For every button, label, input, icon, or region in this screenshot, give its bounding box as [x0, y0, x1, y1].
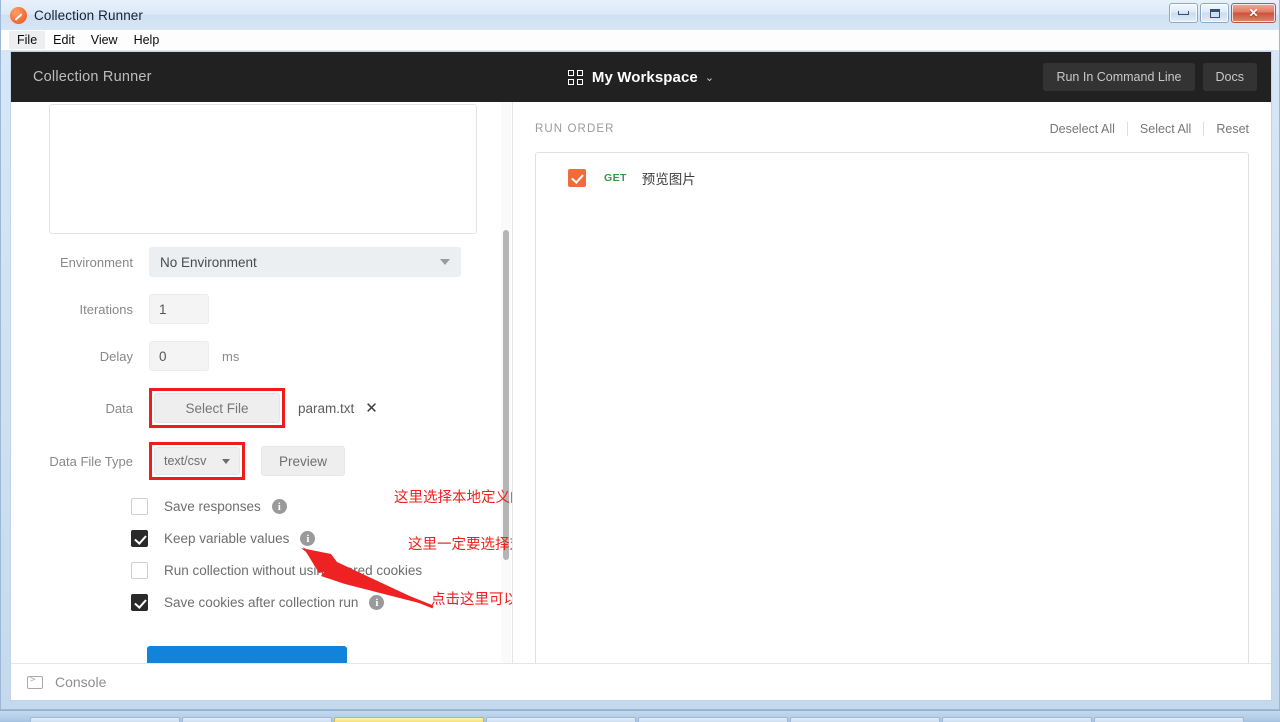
select-all-button[interactable]: Select All — [1128, 122, 1204, 136]
checkbox-box[interactable] — [131, 498, 148, 515]
title-bar: Collection Runner ✕ — [1, 0, 1279, 30]
close-icon: ✕ — [1248, 7, 1258, 19]
maximize-button[interactable] — [1200, 3, 1229, 23]
window-controls: ✕ — [1169, 3, 1276, 23]
delay-row: Delay ms — [11, 341, 503, 371]
select-file-highlight-box: Select File — [149, 388, 285, 428]
menu-bar: File Edit View Help — [1, 30, 1279, 50]
application-window: Collection Runner ✕ File Edit View Help … — [0, 0, 1280, 710]
info-icon[interactable]: i — [272, 499, 287, 514]
run-order-panel: RUN ORDER Deselect All Select All Reset … — [513, 102, 1271, 701]
reset-button[interactable]: Reset — [1204, 122, 1249, 136]
data-file-type-row: Data File Type text/csv Preview — [11, 442, 503, 480]
data-file-name: param.txt — [298, 401, 354, 416]
file-type-highlight-box: text/csv — [149, 442, 245, 480]
menu-view[interactable]: View — [83, 31, 126, 49]
data-file-type-select[interactable]: text/csv — [154, 447, 240, 475]
collection-info-box — [49, 104, 477, 234]
environment-label: Environment — [11, 255, 149, 270]
taskbar-item[interactable] — [638, 717, 788, 722]
chevron-down-icon — [222, 459, 230, 464]
clear-file-icon[interactable]: ✕ — [365, 401, 378, 416]
taskbar-item[interactable] — [790, 717, 940, 722]
run-settings-form: Environment No Environment Iterations De — [11, 247, 503, 694]
run-order-header: RUN ORDER Deselect All Select All Reset — [535, 118, 1249, 140]
info-icon[interactable]: i — [300, 531, 315, 546]
settings-scroll-area: Environment No Environment Iterations De — [11, 102, 502, 701]
delay-input[interactable] — [149, 341, 209, 371]
minimize-icon — [1178, 11, 1189, 15]
annotation-file-type: 这里一定要选择对应文件的格式 — [408, 533, 513, 554]
annotation-select-file: 这里选择本地定义的文件加载 — [394, 486, 513, 507]
close-button[interactable]: ✕ — [1231, 3, 1276, 23]
postman-logo-icon — [10, 7, 27, 24]
header-actions: Run In Command Line Docs — [1043, 63, 1257, 91]
collection-runner-app: Collection Runner My Workspace ⌄ Run In … — [10, 51, 1272, 701]
data-file-type-value: text/csv — [164, 454, 206, 468]
delay-label: Delay — [11, 349, 149, 364]
app-title: Collection Runner — [33, 69, 152, 85]
chevron-down-icon — [440, 259, 450, 265]
body-area: Environment No Environment Iterations De — [11, 102, 1271, 701]
checkbox-box[interactable] — [131, 530, 148, 547]
request-method: GET — [604, 172, 627, 184]
iterations-label: Iterations — [11, 302, 149, 317]
data-row: Data Select File param.txt ✕ — [11, 388, 503, 428]
os-taskbar[interactable] — [0, 710, 1280, 722]
window-title: Collection Runner — [34, 8, 143, 23]
checkbox-save-cookies-after-run[interactable]: Save cookies after collection run i — [11, 594, 503, 611]
console-bar[interactable]: Console — [11, 663, 1271, 700]
run-order-label: RUN ORDER — [535, 123, 615, 135]
deselect-all-button[interactable]: Deselect All — [1038, 122, 1128, 136]
request-row[interactable]: GET 预览图片 — [536, 163, 1248, 193]
info-icon[interactable]: i — [369, 595, 384, 610]
taskbar-item[interactable] — [182, 717, 332, 722]
taskbar-item[interactable] — [30, 717, 180, 722]
select-file-button[interactable]: Select File — [154, 393, 280, 423]
minimize-button[interactable] — [1169, 3, 1198, 23]
taskbar-item[interactable] — [486, 717, 636, 722]
checkbox-label: Save responses — [164, 499, 261, 514]
menu-file[interactable]: File — [9, 31, 45, 49]
environment-value: No Environment — [160, 255, 257, 270]
run-order-actions: Deselect All Select All Reset — [1038, 122, 1249, 136]
chevron-down-icon: ⌄ — [705, 71, 714, 84]
checkbox-label: Keep variable values — [164, 531, 289, 546]
data-label: Data — [11, 401, 149, 416]
checkbox-label: Save cookies after collection run — [164, 595, 358, 610]
annotation-preview: 点击这里可以预览参数加载效果 — [431, 588, 513, 609]
run-in-command-line-button[interactable]: Run In Command Line — [1043, 63, 1194, 91]
menu-help[interactable]: Help — [126, 31, 168, 49]
iterations-input[interactable] — [149, 294, 209, 324]
maximize-icon — [1210, 9, 1220, 18]
request-list: GET 预览图片 — [535, 152, 1249, 668]
scrollbar-thumb[interactable] — [503, 230, 509, 560]
preview-button[interactable]: Preview — [261, 446, 345, 476]
data-file-type-label: Data File Type — [11, 454, 149, 469]
settings-scrollbar[interactable] — [501, 102, 511, 701]
request-name: 预览图片 — [642, 168, 696, 188]
checkbox-run-without-stored-cookies[interactable]: Run collection without using stored cook… — [11, 562, 503, 579]
request-checkbox[interactable] — [568, 169, 586, 187]
run-settings-panel: Environment No Environment Iterations De — [11, 102, 513, 701]
terminal-icon — [27, 676, 43, 689]
taskbar-item-active[interactable] — [334, 717, 484, 722]
taskbar-item[interactable] — [942, 717, 1092, 722]
taskbar-item[interactable] — [1094, 717, 1244, 722]
checkbox-box[interactable] — [131, 594, 148, 611]
checkbox-box[interactable] — [131, 562, 148, 579]
console-label: Console — [55, 674, 106, 690]
iterations-row: Iterations — [11, 294, 503, 324]
grid-icon — [568, 70, 583, 85]
environment-select[interactable]: No Environment — [149, 247, 461, 277]
environment-row: Environment No Environment — [11, 247, 503, 277]
menu-edit[interactable]: Edit — [45, 31, 83, 49]
app-header: Collection Runner My Workspace ⌄ Run In … — [11, 52, 1271, 102]
docs-button[interactable]: Docs — [1203, 63, 1257, 91]
checkbox-label: Run collection without using stored cook… — [164, 563, 422, 578]
workspace-name: My Workspace — [592, 69, 698, 86]
delay-unit: ms — [222, 349, 239, 364]
